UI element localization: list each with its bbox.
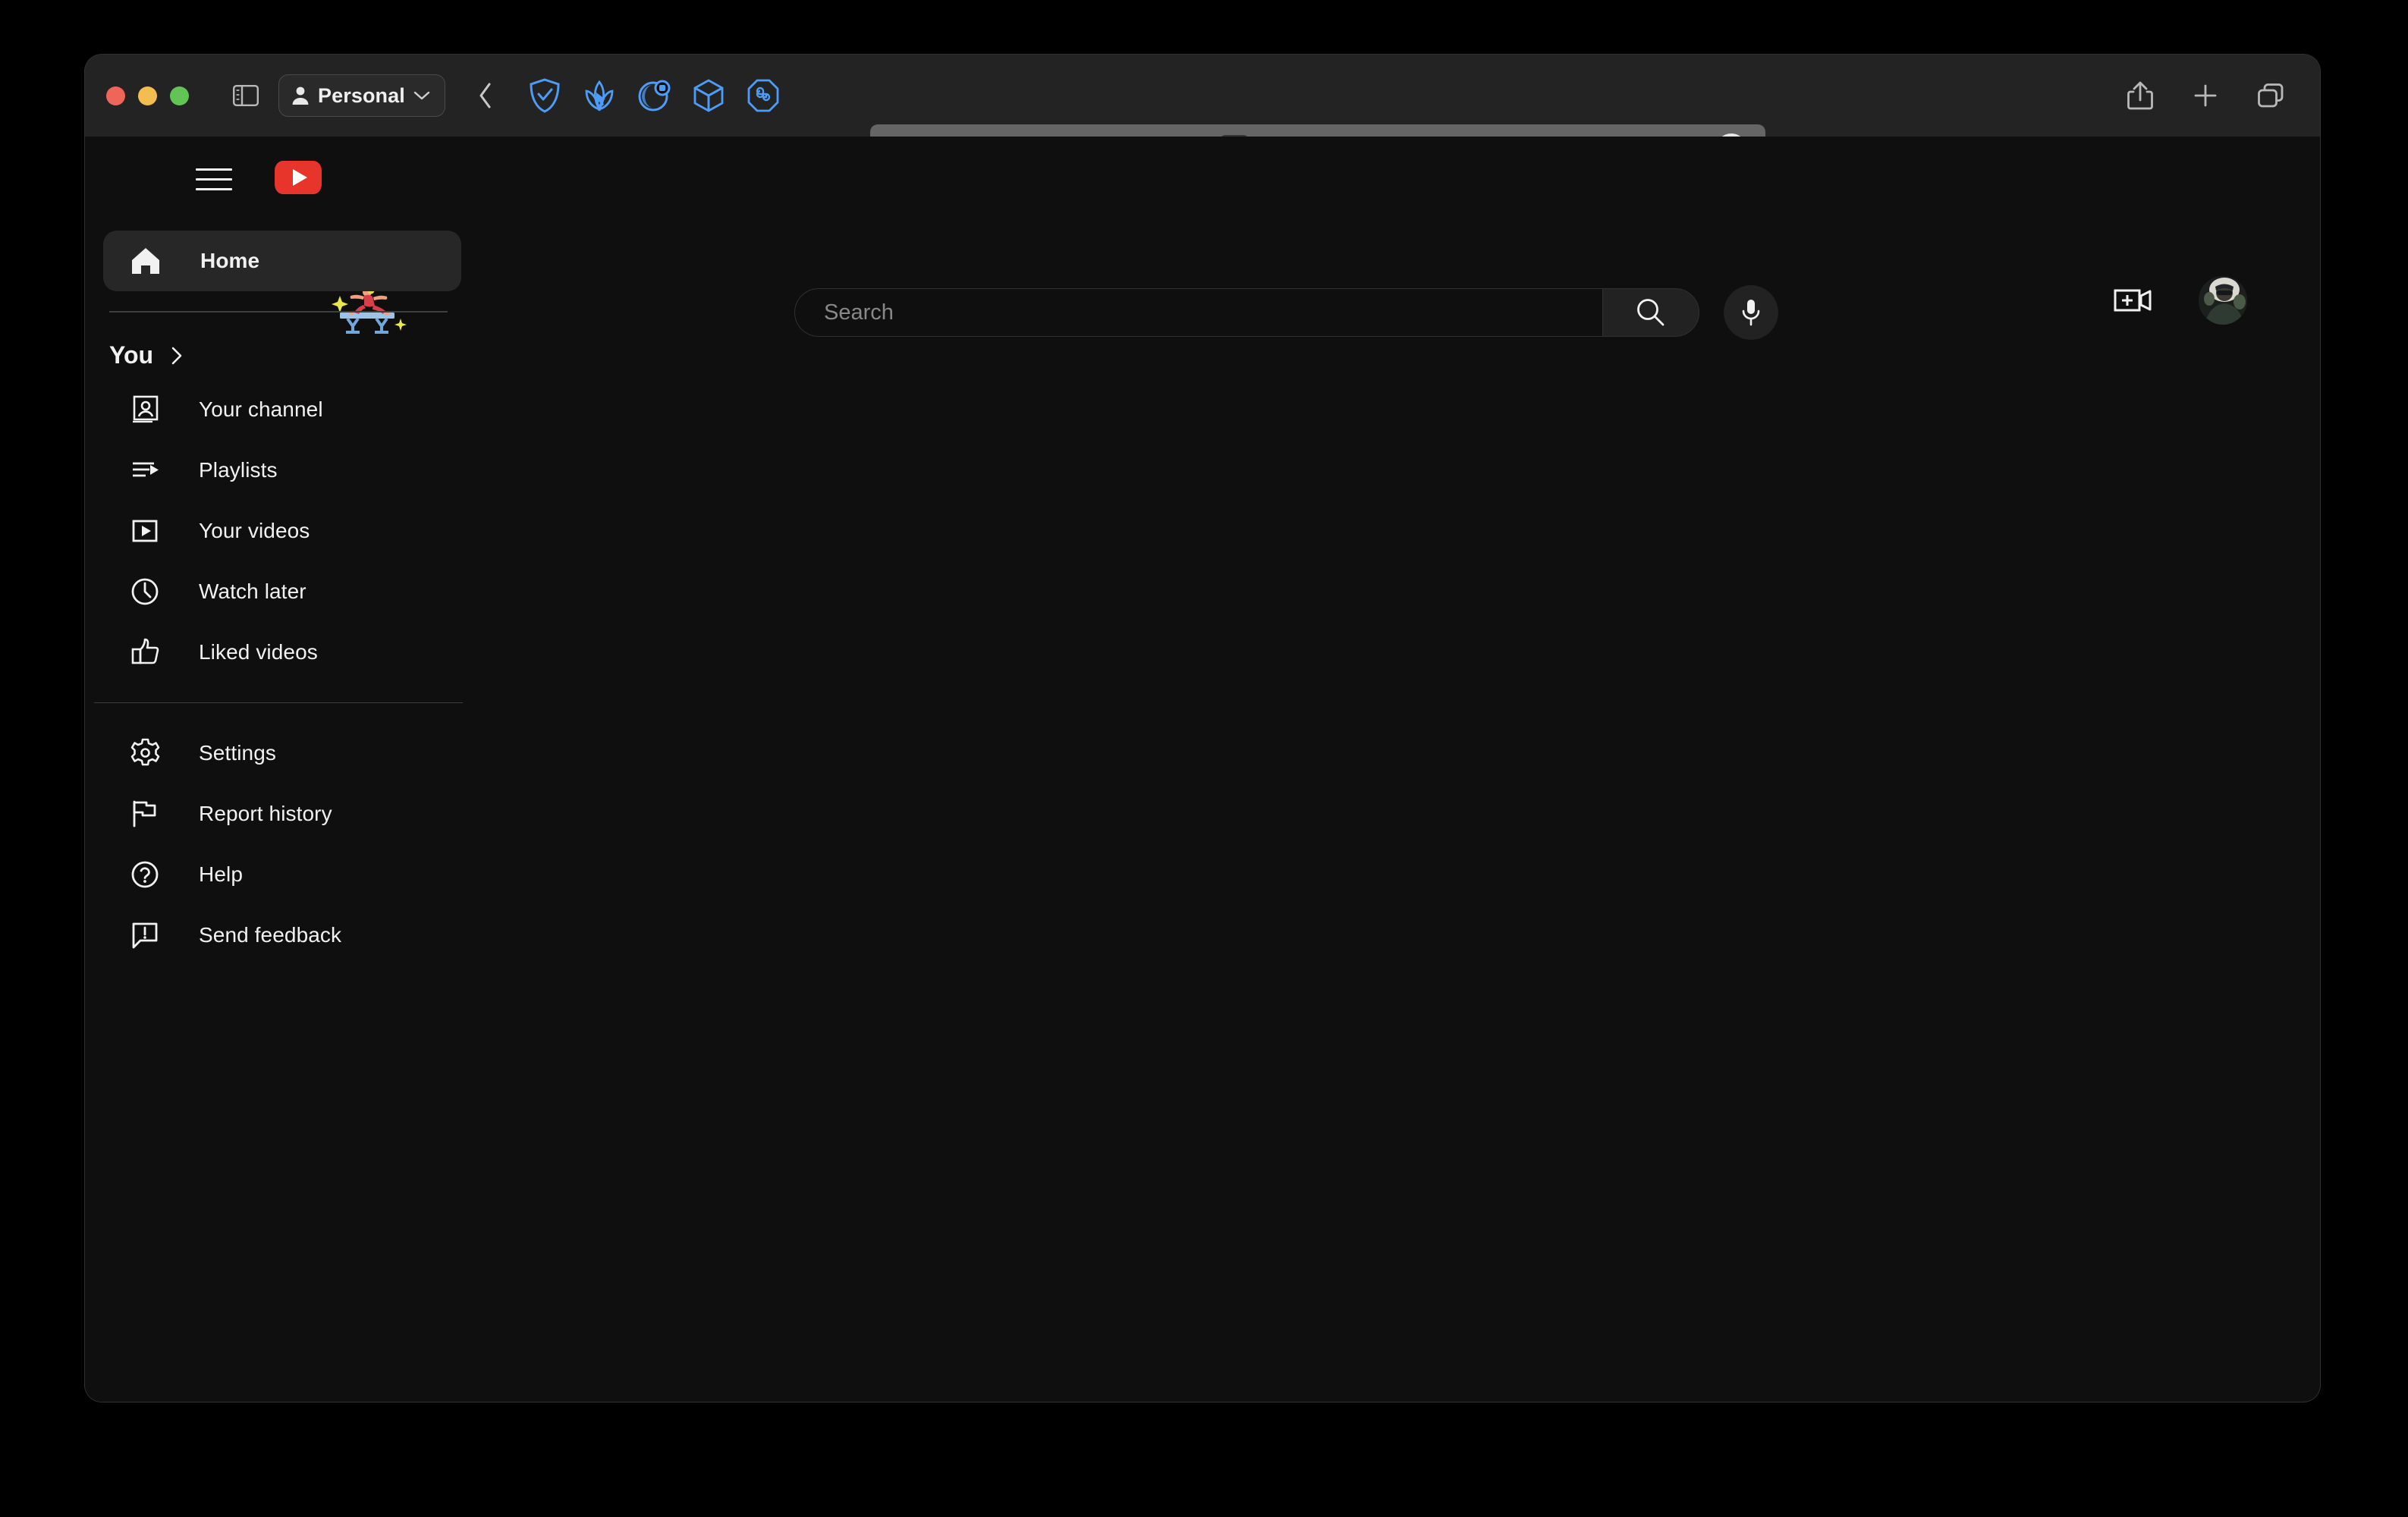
flag-icon xyxy=(127,796,164,832)
share-icon[interactable] xyxy=(2120,75,2161,116)
sidebar-item-playlists[interactable]: Playlists xyxy=(103,440,461,501)
hamburger-menu-icon[interactable] xyxy=(196,161,232,197)
masthead-right-actions xyxy=(2112,276,2247,325)
your-channel-icon xyxy=(127,391,164,428)
home-icon xyxy=(127,243,164,279)
search-input-wrapper[interactable] xyxy=(794,288,1602,337)
dark-reader-icon[interactable] xyxy=(635,77,673,115)
gear-icon xyxy=(127,735,164,771)
person-icon xyxy=(291,86,310,105)
your-videos-icon xyxy=(127,513,164,549)
sidebar-item-playlists-label: Playlists xyxy=(199,458,278,482)
create-video-icon[interactable] xyxy=(2112,279,2155,322)
sidebar-item-report-history[interactable]: Report history xyxy=(103,784,461,844)
browser-extensions-row xyxy=(526,77,782,115)
sidebar-item-liked-videos[interactable]: Liked videos xyxy=(103,622,461,683)
browser-window: Personal xyxy=(85,55,2320,1402)
sidebar-item-your-channel[interactable]: Your channel xyxy=(103,379,461,440)
sidebar-item-send-feedback[interactable]: Send feedback xyxy=(103,905,461,966)
sidebar-item-help[interactable]: Help xyxy=(103,844,461,905)
youtube-sidebar: Home You xyxy=(85,221,479,966)
minimize-window-button[interactable] xyxy=(138,86,157,105)
tab-overview-icon[interactable] xyxy=(2250,75,2291,116)
command-octagon-icon[interactable] xyxy=(744,77,782,115)
help-question-icon xyxy=(127,856,164,893)
sidebar-item-home-label: Home xyxy=(200,249,259,273)
search-group xyxy=(794,285,1778,340)
sidebar-item-report-history-label: Report history xyxy=(199,802,332,826)
microphone-icon[interactable] xyxy=(1724,285,1778,340)
sidebar-item-home[interactable]: Home xyxy=(103,231,461,291)
window-traffic-lights xyxy=(106,86,189,105)
sidebar-toggle-icon[interactable] xyxy=(225,75,266,116)
cube-extension-icon[interactable] xyxy=(690,77,728,115)
back-chevron-icon[interactable] xyxy=(465,75,506,116)
chevron-right-icon xyxy=(170,345,184,366)
sidebar-item-liked-videos-label: Liked videos xyxy=(199,640,318,664)
search-icon[interactable] xyxy=(1602,288,1699,337)
sidebar-divider-1 xyxy=(109,311,448,313)
browser-profile-chip[interactable]: Personal xyxy=(278,74,445,117)
sidebar-item-send-feedback-label: Send feedback xyxy=(199,923,341,947)
thumbs-up-icon xyxy=(127,634,164,671)
user-avatar[interactable] xyxy=(2199,276,2247,325)
sidebar-divider-2 xyxy=(94,702,463,704)
sidebar-you-header[interactable]: You xyxy=(85,332,479,379)
lotus-cursor-icon[interactable] xyxy=(580,77,618,115)
profile-chip-label: Personal xyxy=(318,84,405,108)
new-tab-icon[interactable] xyxy=(2185,75,2226,116)
youtube-masthead xyxy=(85,137,2320,221)
send-feedback-icon xyxy=(127,917,164,953)
browser-toolbar-right-actions xyxy=(2120,55,2291,137)
adguard-shield-icon[interactable] xyxy=(526,77,564,115)
sidebar-item-watch-later-label: Watch later xyxy=(199,579,307,604)
sidebar-you-label: You xyxy=(109,341,153,369)
browser-toolbar: Personal xyxy=(85,55,2320,137)
close-window-button[interactable] xyxy=(106,86,125,105)
sidebar-item-watch-later[interactable]: Watch later xyxy=(103,561,461,622)
sidebar-item-your-videos[interactable]: Your videos xyxy=(103,501,461,561)
sidebar-item-settings[interactable]: Settings xyxy=(103,723,461,784)
chevron-down-icon xyxy=(413,90,430,101)
playlists-icon xyxy=(127,452,164,488)
watch-later-clock-icon xyxy=(127,573,164,610)
sidebar-item-your-channel-label: Your channel xyxy=(199,397,323,422)
page-content: Home You xyxy=(85,137,2320,1402)
zoom-window-button[interactable] xyxy=(170,86,189,105)
sidebar-item-settings-label: Settings xyxy=(199,741,276,765)
search-input[interactable] xyxy=(824,300,1602,325)
youtube-logo-icon[interactable] xyxy=(275,161,322,194)
sidebar-item-help-label: Help xyxy=(199,862,243,887)
sidebar-item-your-videos-label: Your videos xyxy=(199,519,310,543)
